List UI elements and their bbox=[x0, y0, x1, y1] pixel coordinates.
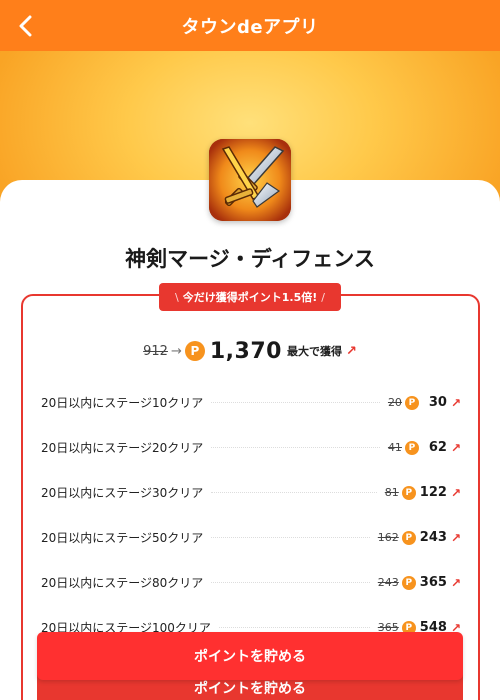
badge-decoration: / bbox=[321, 290, 325, 304]
back-button[interactable] bbox=[8, 8, 44, 44]
point-coin-icon: P bbox=[184, 341, 205, 361]
external-arrow-icon: ↗ bbox=[450, 530, 461, 545]
dotted-leader bbox=[218, 627, 370, 628]
app-name: 神剣マージ・ディフェンス bbox=[125, 247, 375, 271]
mission-new-points: 30 bbox=[428, 395, 447, 410]
mission-list: 20日以内にステージ10クリア 20 P 30 ↗ 20日以内にステージ20クリア 41 P 6… bbox=[41, 380, 461, 650]
point-coin-icon: P bbox=[401, 485, 416, 500]
mission-row[interactable]: 20日以内にステージ10クリア 20 P 30 ↗ bbox=[41, 380, 461, 425]
point-coin-icon: P bbox=[404, 395, 419, 410]
mission-new-points: 122 bbox=[419, 485, 447, 500]
mission-row[interactable]: 20日以内にステージ50クリア 162 P 243 ↗ bbox=[41, 515, 461, 560]
mission-row[interactable]: 20日以内にステージ20クリア 41 P 62 ↗ bbox=[41, 425, 461, 470]
dotted-leader bbox=[211, 582, 370, 583]
external-arrow-icon: ↗ bbox=[450, 575, 461, 590]
mission-label: 20日以内にステージ50クリア bbox=[41, 531, 204, 545]
dotted-leader bbox=[211, 447, 380, 448]
mission-label: 20日以内にステージ30クリア bbox=[41, 486, 204, 500]
mission-new-points: 365 bbox=[419, 575, 447, 590]
crossed-swords-icon bbox=[209, 139, 291, 221]
external-arrow-icon: ↗ bbox=[345, 343, 357, 359]
point-coin-icon: P bbox=[401, 530, 416, 545]
mission-old-points: 81 bbox=[384, 486, 399, 499]
mission-old-points: 243 bbox=[377, 576, 399, 589]
mission-label: 20日以内にステージ10クリア bbox=[41, 396, 204, 410]
mission-old-points: 162 bbox=[377, 531, 399, 544]
point-coin-icon: P bbox=[401, 575, 416, 590]
promo-badge-text: 今だけ獲得ポイント1.5倍! bbox=[182, 291, 318, 304]
mission-row[interactable]: 20日以内にステージ80クリア 243 P 365 ↗ bbox=[41, 560, 461, 605]
app-header: タウンdeアプリ bbox=[0, 0, 500, 51]
right-arrow-icon: → bbox=[170, 343, 182, 359]
dotted-leader bbox=[211, 537, 370, 538]
new-total-points: 1,370 bbox=[209, 338, 282, 364]
page-title: タウンdeアプリ bbox=[181, 16, 319, 38]
external-arrow-icon: ↗ bbox=[450, 485, 461, 500]
old-total-points: 912 bbox=[143, 343, 168, 359]
mission-new-points: 62 bbox=[428, 440, 447, 455]
dotted-leader bbox=[211, 492, 377, 493]
total-points: 912 → P 1,370 最大で獲得 ↗ bbox=[0, 334, 500, 368]
badge-decoration: \ bbox=[175, 290, 179, 304]
dotted-leader bbox=[211, 402, 380, 403]
mission-new-points: 243 bbox=[419, 530, 447, 545]
point-coin-icon: P bbox=[404, 440, 419, 455]
max-label: 最大で獲得 bbox=[286, 345, 342, 358]
mission-old-points: 20 bbox=[387, 396, 402, 409]
mission-old-points: 41 bbox=[387, 441, 402, 454]
external-arrow-icon: ↗ bbox=[450, 395, 461, 410]
chevron-left-icon bbox=[19, 15, 32, 37]
mission-label: 20日以内にステージ20クリア bbox=[41, 441, 204, 455]
mission-label: 20日以内にステージ80クリア bbox=[41, 576, 204, 590]
promo-badge: \ 今だけ獲得ポイント1.5倍! / bbox=[159, 283, 341, 311]
mission-row[interactable]: 20日以内にステージ30クリア 81 P 122 ↗ bbox=[41, 470, 461, 515]
earn-points-button[interactable]: ポイントを貯める bbox=[37, 632, 463, 680]
external-arrow-icon: ↗ bbox=[450, 440, 461, 455]
